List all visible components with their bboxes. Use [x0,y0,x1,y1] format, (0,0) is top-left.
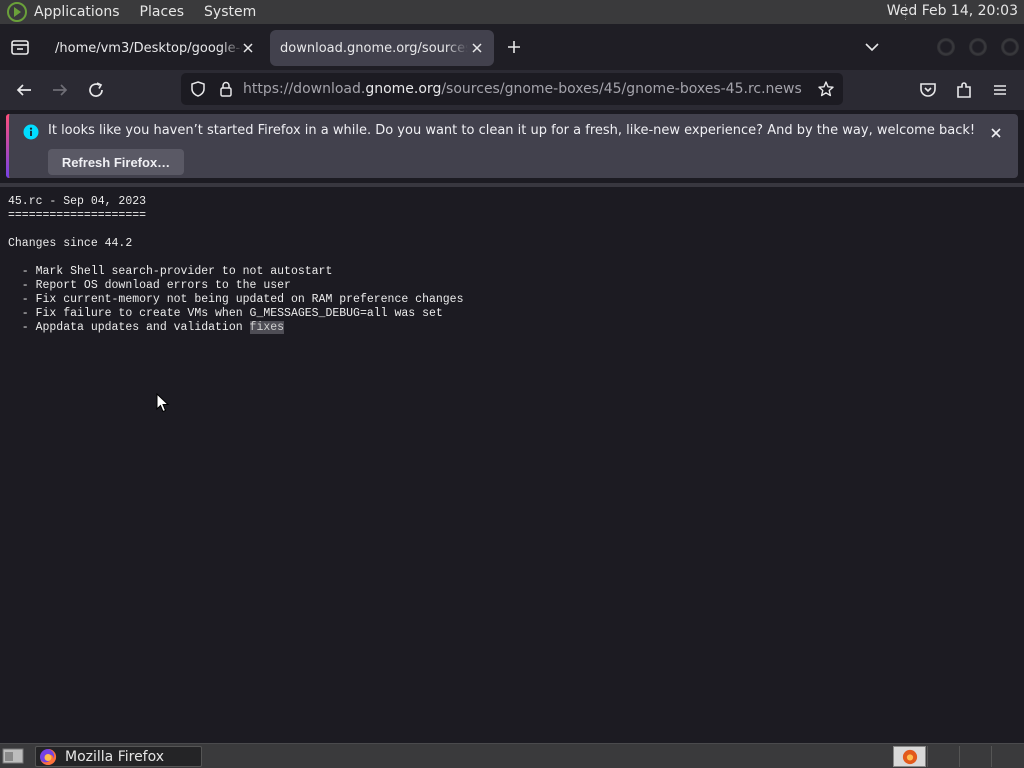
close-window-button[interactable] [1001,38,1019,56]
star-icon[interactable] [817,80,835,98]
minimize-button[interactable] [937,38,955,56]
refresh-firefox-button[interactable]: Refresh Firefox… [48,149,184,175]
top-panel: Applications Places System Wed Feb 14, 2… [0,0,1024,24]
firefox-view-icon[interactable] [8,35,32,59]
change-item: - Report OS download errors to the user [8,279,291,292]
plus-icon[interactable] [503,36,525,58]
url-path: /sources/gnome-boxes/45/gnome-boxes-45.r… [441,81,802,97]
applications-menu[interactable]: Applications [34,4,120,20]
firefox-icon [40,748,57,765]
distro-logo-icon[interactable] [6,1,28,23]
show-desktop-icon[interactable] [2,747,24,765]
heading-underline: ==================== [8,209,147,222]
bottom-taskbar: Mozilla Firefox [0,743,1024,768]
workspace-3[interactable] [959,746,991,767]
extensions-icon[interactable] [952,78,976,102]
url-text[interactable]: https://download.gnome.org/sources/gnome… [243,81,802,97]
places-menu[interactable]: Places [140,4,185,20]
url-prefix: https://download. [243,81,366,97]
news-text: 45.rc - Sep 04, 2023 ===================… [8,195,463,335]
selected-text[interactable]: fixes [249,321,285,334]
back-arrow-icon[interactable] [12,78,36,102]
pocket-icon[interactable] [916,78,940,102]
workspace-4[interactable] [991,746,1023,767]
forward-arrow-icon[interactable] [48,78,72,102]
shield-icon[interactable] [189,80,207,98]
change-item: - Mark Shell search-provider to not auto… [8,265,333,278]
hamburger-menu-icon[interactable] [988,78,1012,102]
change-item: - Fix failure to create VMs when G_MESSA… [8,307,443,320]
change-item: - Appdata updates and validation fixes [8,321,285,334]
reload-icon[interactable] [84,78,108,102]
navigation-toolbar: https://download.gnome.org/sources/gnome… [0,70,1024,110]
notification-message: It looks like you haven’t started Firefo… [48,123,976,138]
chevron-down-icon[interactable] [862,37,882,57]
tab-strip: /home/vm3/Desktop/google-chrome-stable_c… [0,24,1024,70]
close-icon[interactable] [239,39,257,57]
lock-icon[interactable] [217,80,235,98]
workspace-2[interactable] [927,746,959,767]
mouse-pointer-icon [156,393,170,413]
workspace-1[interactable] [893,746,926,767]
tab-gnome-news[interactable]: download.gnome.org/sources/gnome-boxes/4… [270,30,494,66]
taskbar-firefox-window[interactable]: Mozilla Firefox [35,746,202,767]
firefox-icon [902,749,917,764]
maximize-button[interactable] [969,38,987,56]
tab-title: /home/vm3/Desktop/google-chrome-stable_c… [55,40,243,56]
taskbar-window-title: Mozilla Firefox [65,748,165,765]
change-item: - Fix current-memory not being updated o… [8,293,464,306]
tab-local-file[interactable]: /home/vm3/Desktop/google-chrome-stable_c… [45,30,265,66]
system-menu[interactable]: System [204,4,256,20]
refresh-notification-bar: It looks like you haven’t started Firefo… [6,114,1018,178]
changes-heading: Changes since 44.2 [8,237,133,250]
url-domain: gnome.org [365,81,442,97]
close-icon[interactable] [468,39,486,57]
notification-accent-stripe [6,114,9,178]
close-icon[interactable] [988,125,1004,141]
release-heading: 45.rc - Sep 04, 2023 [8,195,147,208]
page-content: 45.rc - Sep 04, 2023 ===================… [0,187,1024,743]
info-icon [23,124,39,140]
tab-title: download.gnome.org/sources/gnome-boxes/4… [280,40,468,56]
url-bar[interactable]: https://download.gnome.org/sources/gnome… [181,73,843,105]
clock[interactable]: Wed Feb 14, 20:03 [887,3,1018,19]
